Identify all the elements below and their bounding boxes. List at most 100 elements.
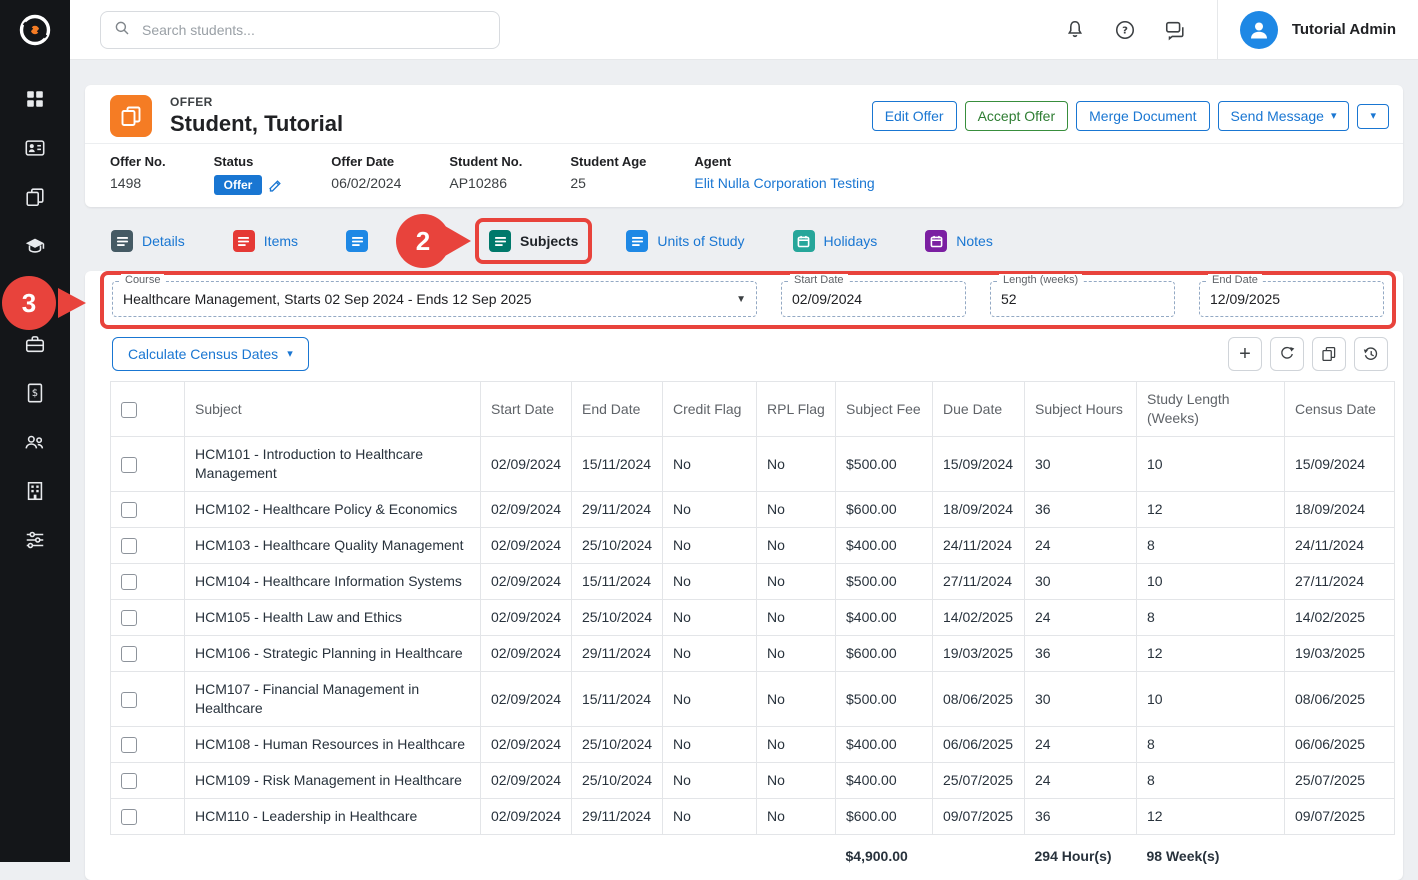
cell: 15/09/2024 bbox=[933, 437, 1025, 492]
cell: $600.00 bbox=[836, 799, 933, 835]
add-button[interactable]: + bbox=[1228, 337, 1262, 371]
notifications-bell-icon[interactable] bbox=[1063, 18, 1087, 42]
cell: 02/09/2024 bbox=[481, 492, 572, 528]
invoices-icon[interactable]: $ bbox=[24, 382, 46, 404]
tab-holidays[interactable]: Holidays bbox=[779, 218, 892, 264]
cell: No bbox=[663, 672, 757, 727]
copy-button[interactable] bbox=[1312, 337, 1346, 371]
table-row: HCM107 - Financial Management in Healthc… bbox=[111, 672, 1395, 727]
field-value: AP10286 bbox=[449, 175, 522, 191]
cell: $500.00 bbox=[836, 672, 933, 727]
more-actions-button[interactable]: ▾ bbox=[1357, 104, 1389, 129]
cell: 15/11/2024 bbox=[572, 564, 663, 600]
offer-kicker: OFFER bbox=[170, 95, 343, 109]
merge-document-button[interactable]: Merge Document bbox=[1076, 101, 1209, 131]
settings-icon[interactable] bbox=[24, 529, 46, 551]
chevron-down-icon: ▼ bbox=[736, 294, 746, 305]
subjects-icon bbox=[489, 230, 511, 252]
cell: 30 bbox=[1025, 564, 1137, 600]
tab-items[interactable]: Items bbox=[219, 218, 312, 264]
accept-offer-button[interactable]: Accept Offer bbox=[965, 101, 1069, 131]
search-box[interactable] bbox=[100, 11, 500, 49]
agent-link[interactable]: Elit Nulla Corporation Testing bbox=[694, 175, 874, 191]
tab-notes[interactable]: Notes bbox=[911, 218, 1007, 264]
add-icon: + bbox=[1239, 344, 1251, 364]
contacts-icon[interactable] bbox=[24, 137, 46, 159]
cell: 19/03/2025 bbox=[933, 636, 1025, 672]
field-label: Student Age bbox=[570, 154, 646, 169]
app-logo[interactable] bbox=[15, 10, 55, 50]
row-checkbox[interactable] bbox=[121, 692, 137, 708]
cell: 8 bbox=[1137, 528, 1285, 564]
select-all-checkbox[interactable] bbox=[121, 402, 137, 418]
field-value: 1498 bbox=[110, 175, 166, 191]
length-weeks-value: 52 bbox=[1001, 291, 1017, 307]
offers-icon[interactable] bbox=[24, 186, 46, 208]
cell: No bbox=[757, 600, 836, 636]
courses-icon[interactable] bbox=[24, 235, 46, 257]
dashboard-icon[interactable] bbox=[24, 88, 46, 110]
calculate-census-dates-button[interactable]: Calculate Census Dates ▾ bbox=[112, 337, 309, 371]
row-checkbox[interactable] bbox=[121, 773, 137, 789]
course-select[interactable]: Course Healthcare Management, Starts 02 … bbox=[112, 281, 757, 317]
cell: 09/07/2025 bbox=[933, 799, 1025, 835]
end-date-label: End Date bbox=[1208, 274, 1262, 286]
offer-field-offer-no: Offer No.1498 bbox=[110, 154, 166, 195]
obscured-tab-icon bbox=[346, 230, 368, 252]
cell: 10 bbox=[1137, 437, 1285, 492]
topbar-right: ? Tutorial Admin bbox=[1063, 0, 1418, 60]
start-date-field[interactable]: Start Date 02/09/2024 bbox=[781, 281, 966, 317]
field-value: 25 bbox=[570, 175, 646, 191]
length-weeks-field[interactable]: Length (weeks) 52 bbox=[990, 281, 1175, 317]
cell: 25/07/2025 bbox=[933, 763, 1025, 799]
row-checkbox[interactable] bbox=[121, 809, 137, 825]
total-fee: $4,900.00 bbox=[836, 835, 933, 879]
row-checkbox[interactable] bbox=[121, 538, 137, 554]
cell: 25/10/2024 bbox=[572, 727, 663, 763]
row-checkbox[interactable] bbox=[121, 610, 137, 626]
search-input[interactable] bbox=[140, 21, 487, 39]
row-checkbox[interactable] bbox=[121, 457, 137, 473]
cell: 02/09/2024 bbox=[481, 564, 572, 600]
table-totals-row: $4,900.00294 Hour(s)98 Week(s) bbox=[111, 835, 1395, 879]
help-icon[interactable]: ? bbox=[1113, 18, 1137, 42]
edit-offer-button[interactable]: Edit Offer bbox=[872, 101, 957, 131]
chat-icon[interactable] bbox=[1163, 18, 1187, 42]
avatar[interactable] bbox=[1240, 11, 1278, 49]
tab-units-of-study[interactable]: Units of Study bbox=[612, 218, 758, 264]
cell: 19/03/2025 bbox=[1285, 636, 1395, 672]
cell: 15/09/2024 bbox=[1285, 437, 1395, 492]
subjects-panel: Course Healthcare Management, Starts 02 … bbox=[85, 271, 1403, 880]
topbar: ? Tutorial Admin bbox=[70, 0, 1418, 60]
row-checkbox[interactable] bbox=[121, 502, 137, 518]
field-value: 06/02/2024 bbox=[331, 175, 401, 191]
cell: 14/02/2025 bbox=[1285, 600, 1395, 636]
cell: 15/11/2024 bbox=[572, 672, 663, 727]
row-checkbox[interactable] bbox=[121, 737, 137, 753]
cell: No bbox=[757, 636, 836, 672]
services-icon[interactable] bbox=[24, 333, 46, 355]
course-filter-row: Course Healthcare Management, Starts 02 … bbox=[100, 271, 1396, 329]
row-checkbox[interactable] bbox=[121, 646, 137, 662]
chevron-down-icon: ▾ bbox=[1331, 111, 1337, 122]
notes-icon bbox=[925, 230, 947, 252]
history-button[interactable] bbox=[1354, 337, 1388, 371]
send-message-button[interactable]: Send Message▾ bbox=[1218, 101, 1350, 131]
cell: 30 bbox=[1025, 672, 1137, 727]
end-date-field[interactable]: End Date 12/09/2025 bbox=[1199, 281, 1384, 317]
cell: 27/11/2024 bbox=[933, 564, 1025, 600]
user-section[interactable]: Tutorial Admin bbox=[1217, 0, 1418, 60]
subjects-table: SubjectStart DateEnd DateCredit FlagRPL … bbox=[110, 381, 1395, 878]
cell: 24/11/2024 bbox=[933, 528, 1025, 564]
tab-details[interactable]: Details bbox=[97, 218, 199, 264]
groups-icon[interactable] bbox=[24, 431, 46, 453]
cell: 24 bbox=[1025, 763, 1137, 799]
refresh-button[interactable] bbox=[1270, 337, 1304, 371]
tab-subjects[interactable]: Subjects bbox=[475, 218, 592, 264]
tab-obscured[interactable] bbox=[332, 218, 382, 264]
row-checkbox[interactable] bbox=[121, 574, 137, 590]
cell: No bbox=[663, 799, 757, 835]
edit-status-icon[interactable] bbox=[268, 178, 283, 193]
end-date-value: 12/09/2025 bbox=[1210, 291, 1280, 307]
organisation-icon[interactable] bbox=[24, 480, 46, 502]
